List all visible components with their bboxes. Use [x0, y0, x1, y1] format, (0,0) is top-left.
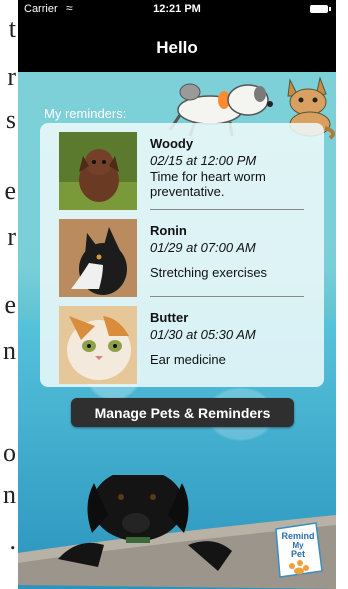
clock: 12:21 PM: [153, 3, 201, 15]
status-bar: Carrier ≈ 12:21 PM: [18, 0, 336, 20]
left-fragment: t: [8, 14, 16, 43]
ronin-photo: [59, 219, 137, 297]
remind-my-pet-logo: Remind My Pet: [275, 522, 323, 578]
reminder-datetime: 02/15 at 12:00 PM: [150, 153, 257, 168]
left-fragment: r: [7, 62, 16, 91]
manage-pets-reminders-button[interactable]: Manage Pets & Reminders: [71, 398, 294, 427]
left-fragment: e: [4, 290, 16, 319]
logo-text-pet: Pet: [291, 549, 305, 559]
woody-photo: [59, 132, 137, 210]
left-fragment: n: [3, 480, 16, 509]
left-fragment: n: [3, 336, 16, 365]
left-fragment: r: [7, 222, 16, 251]
navigation-bar: Hello: [18, 20, 336, 72]
reminder-row-woody[interactable]: Woody 02/15 at 12:00 PM Time for heart w…: [40, 123, 324, 210]
reminders-panel: Woody 02/15 at 12:00 PM Time for heart w…: [40, 123, 324, 387]
reminder-row-butter[interactable]: Butter 01/30 at 05:30 AM Ear medicine: [40, 297, 324, 384]
pet-name: Butter: [150, 310, 189, 325]
butter-photo: [59, 306, 137, 384]
logo-text-remind: Remind: [281, 531, 314, 541]
reminder-note: Stretching exercises: [150, 265, 268, 280]
right-page-margin: [336, 0, 348, 589]
pet-name: Woody: [150, 136, 194, 151]
left-fragment: e: [4, 176, 16, 205]
nav-title: Hello: [156, 38, 198, 57]
reminder-row-ronin[interactable]: Ronin 01/29 at 07:00 AM Stretching exerc…: [40, 210, 324, 297]
phone-screen: Carrier ≈ 12:21 PM Hello My reminders: W…: [18, 0, 336, 589]
reminder-note: Ear medicine: [150, 352, 226, 367]
left-fragment: s: [5, 105, 16, 134]
left-edge-text-fragments: t r s e r e n o n .: [0, 0, 18, 589]
reminder-datetime: 01/30 at 05:30 AM: [150, 327, 256, 342]
reminder-datetime: 01/29 at 07:00 AM: [150, 240, 256, 255]
reminder-note: Time for heart worm preventative.: [150, 169, 266, 199]
left-fragment: o: [3, 438, 16, 467]
my-reminders-heading: My reminders:: [44, 106, 127, 121]
pet-name: Ronin: [150, 223, 187, 238]
battery-icon: [310, 5, 331, 13]
left-fragment: .: [9, 526, 17, 555]
